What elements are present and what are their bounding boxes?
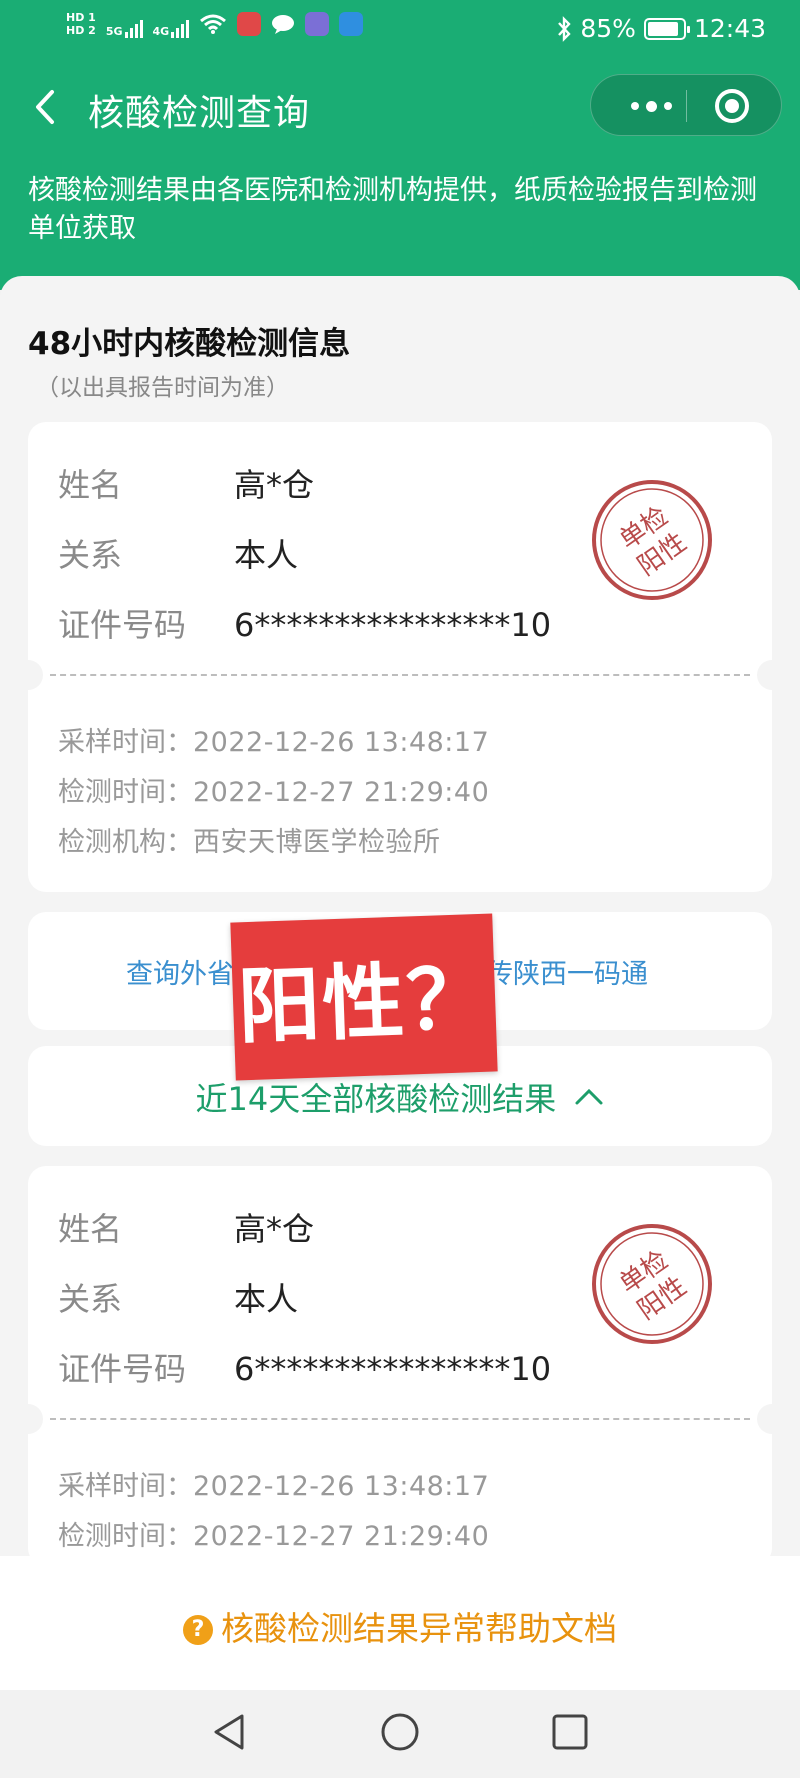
positive-stamp-icon: 单检 阳性 bbox=[592, 1224, 712, 1344]
notice-text: 核酸检测结果由各医院和检测机构提供，纸质检验报告到检测单位获取 bbox=[28, 175, 757, 244]
institution-row: 检测机构：西安天博医学检验所 bbox=[58, 820, 441, 859]
ticket-notch bbox=[13, 1404, 43, 1434]
test-record-card: 姓名 高*仓 关系 本人 证件号码 6****************10 单检 阳性… bbox=[13, 422, 787, 892]
test-record-card: 姓名 高*仓 关系 本人 证件号码 6****************10 单检 阳性… bbox=[13, 1166, 787, 1566]
mini-program-capsule bbox=[590, 74, 782, 136]
capsule-divider bbox=[686, 90, 687, 122]
id-label: 证件号码 bbox=[58, 606, 187, 644]
net2-label: 4G bbox=[152, 25, 170, 38]
name-row: 姓名 高*仓 bbox=[58, 1204, 314, 1250]
bluetooth-icon bbox=[558, 15, 572, 42]
chat-bubble-icon bbox=[272, 15, 295, 34]
music-app-icon bbox=[305, 12, 330, 36]
header: HD 1 HD 2 5G 4G 85% 12:43 核酸检测查询 核酸检测结果由… bbox=[0, 0, 800, 290]
name-value: 高*仓 bbox=[234, 1210, 315, 1248]
help-link[interactable]: ? 核酸检测结果异常帮助文档 bbox=[0, 1602, 800, 1650]
nav-recents-icon[interactable] bbox=[548, 1710, 592, 1754]
help-label: 核酸检测结果异常帮助文档 bbox=[221, 1609, 617, 1648]
name-value: 高*仓 bbox=[234, 466, 315, 504]
signal-bars-icon bbox=[171, 20, 190, 38]
query-other-province-link[interactable]: 查询外省 bbox=[126, 952, 234, 991]
clock: 12:43 bbox=[693, 14, 766, 43]
history-toggle-label: 近14天全部核酸检测结果 bbox=[195, 1080, 557, 1118]
sample-time-label: 采样时间： bbox=[58, 727, 193, 758]
battery-percent: 85% bbox=[580, 14, 636, 43]
history-toggle[interactable]: 近14天全部核酸检测结果 bbox=[28, 1074, 772, 1120]
id-value: 6****************10 bbox=[234, 1350, 552, 1388]
ticket-notch bbox=[757, 660, 787, 690]
positive-overlay-sticker: 阳性？ bbox=[230, 913, 498, 1081]
sample-time-row: 采样时间：2022-12-26 13:48:17 bbox=[58, 720, 489, 759]
back-arrow-icon[interactable] bbox=[28, 84, 68, 130]
test-time-value: 2022-12-27 21:29:40 bbox=[193, 777, 490, 808]
test-time-row: 检测时间：2022-12-27 21:29:40 bbox=[58, 770, 489, 809]
nav-bar: 核酸检测查询 bbox=[0, 72, 800, 142]
relation-label: 关系 bbox=[58, 1280, 123, 1318]
ticket-notch bbox=[13, 660, 43, 690]
book-app-icon bbox=[237, 12, 262, 36]
sample-time-value: 2022-12-26 13:48:17 bbox=[193, 727, 490, 758]
dashed-divider bbox=[50, 674, 750, 676]
sample-time-label: 采样时间： bbox=[58, 1471, 193, 1502]
test-time-label: 检测时间： bbox=[58, 777, 193, 808]
status-right: 85% 12:43 bbox=[556, 14, 766, 43]
battery-icon bbox=[643, 17, 690, 40]
nav-back-icon[interactable] bbox=[208, 1710, 252, 1754]
id-row: 证件号码 6****************10 bbox=[58, 1344, 551, 1390]
positive-stamp-icon: 单检 阳性 bbox=[592, 480, 712, 600]
section-title: 48小时内核酸检测信息 bbox=[28, 326, 351, 362]
help-bar: ? 核酸检测结果异常帮助文档 bbox=[0, 1556, 800, 1690]
signal-2: 4G bbox=[153, 10, 190, 38]
signal-1: 5G bbox=[106, 10, 143, 38]
name-row: 姓名 高*仓 bbox=[58, 460, 314, 506]
section-subtitle: （以出具报告时间为准） bbox=[36, 375, 289, 401]
test-time-row: 检测时间：2022-12-27 21:29:40 bbox=[58, 1514, 489, 1553]
hd2-label: HD 2 bbox=[66, 24, 96, 37]
name-label: 姓名 bbox=[58, 466, 123, 504]
signal-bars-icon bbox=[124, 20, 143, 38]
hd-indicator: HD 1 HD 2 bbox=[66, 11, 96, 37]
ticket-notch bbox=[757, 1404, 787, 1434]
relation-value: 本人 bbox=[234, 1280, 299, 1318]
relation-value: 本人 bbox=[234, 536, 299, 574]
relation-row: 关系 本人 bbox=[58, 530, 298, 576]
status-left: HD 1 HD 2 5G 4G bbox=[66, 10, 364, 38]
search-app-icon bbox=[339, 12, 364, 36]
system-nav-bar bbox=[0, 1690, 800, 1778]
relation-row: 关系 本人 bbox=[58, 1274, 298, 1320]
id-row: 证件号码 6****************10 bbox=[58, 600, 551, 646]
wifi-icon bbox=[200, 14, 227, 34]
overlay-label: 阳性？ bbox=[236, 951, 492, 1056]
status-bar: HD 1 HD 2 5G 4G 85% 12:43 bbox=[0, 0, 800, 62]
more-menu-icon[interactable] bbox=[619, 75, 683, 137]
close-target-icon[interactable] bbox=[715, 89, 749, 123]
sample-time-row: 采样时间：2022-12-26 13:48:17 bbox=[58, 1464, 489, 1503]
test-time-label: 检测时间： bbox=[58, 1521, 193, 1552]
page-title: 核酸检测查询 bbox=[88, 93, 311, 134]
sample-time-value: 2022-12-26 13:48:17 bbox=[193, 1471, 490, 1502]
shaanxi-code-link[interactable]: 传陕西一码通 bbox=[486, 952, 648, 991]
hd1-label: HD 1 bbox=[66, 11, 96, 24]
net1-label: 5G bbox=[105, 25, 123, 38]
test-time-value: 2022-12-27 21:29:40 bbox=[193, 1521, 490, 1552]
id-value: 6****************10 bbox=[234, 606, 552, 644]
question-icon: ? bbox=[183, 1615, 213, 1645]
dashed-divider bbox=[50, 1418, 750, 1420]
chevron-up-icon bbox=[575, 1088, 603, 1105]
institution-value: 西安天博医学检验所 bbox=[193, 827, 441, 858]
institution-label: 检测机构： bbox=[58, 827, 193, 858]
id-label: 证件号码 bbox=[58, 1350, 187, 1388]
name-label: 姓名 bbox=[58, 1210, 123, 1248]
nav-home-icon[interactable] bbox=[378, 1710, 422, 1754]
relation-label: 关系 bbox=[58, 536, 123, 574]
